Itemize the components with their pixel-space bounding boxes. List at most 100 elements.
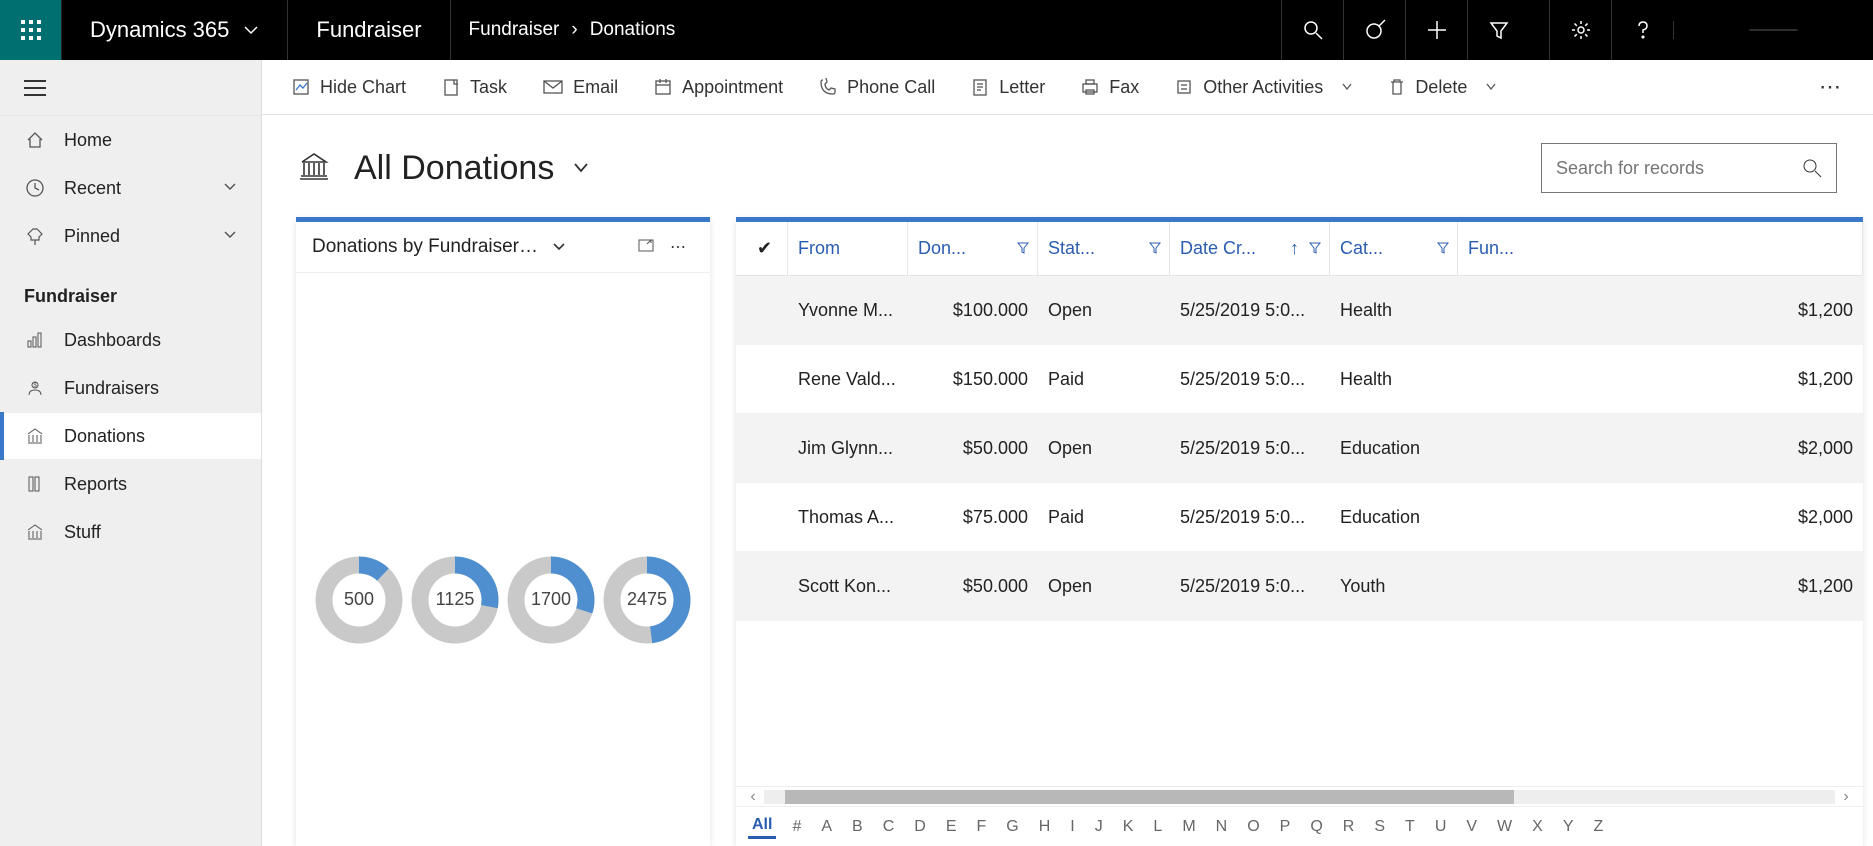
entity-icon	[298, 150, 330, 187]
cmd-phone[interactable]: Phone Call	[807, 71, 947, 104]
user-menu[interactable]: ———	[1673, 21, 1873, 39]
nav-home[interactable]: Home	[0, 116, 261, 164]
alpha-all[interactable]: All	[748, 814, 776, 839]
table-row[interactable]: Jim Glynn...$50.000Open5/25/2019 5:0...E…	[736, 414, 1863, 483]
cmd-delete[interactable]: Delete	[1377, 71, 1509, 104]
alpha-t[interactable]: T	[1401, 816, 1419, 838]
nav-item-fundraisers[interactable]: $Fundraisers	[0, 364, 261, 412]
alpha-k[interactable]: K	[1119, 816, 1138, 838]
scroll-left-arrow[interactable]: ‹	[742, 788, 764, 806]
alpha-e[interactable]: E	[942, 816, 961, 838]
alpha-r[interactable]: R	[1339, 816, 1359, 838]
nav-item-donations[interactable]: Donations	[0, 412, 261, 460]
alpha-d[interactable]: D	[910, 816, 930, 838]
alpha-o[interactable]: O	[1243, 816, 1263, 838]
col-from[interactable]: From	[788, 222, 908, 275]
alpha-m[interactable]: M	[1178, 816, 1199, 838]
grid-horizontal-scrollbar[interactable]: ‹ ›	[736, 786, 1863, 806]
col-from-label: From	[798, 238, 840, 259]
search-button[interactable]	[1281, 0, 1343, 60]
scroll-right-arrow[interactable]: ›	[1835, 788, 1857, 806]
chevron-down-icon[interactable]	[552, 240, 566, 254]
col-category[interactable]: Cat...	[1330, 222, 1458, 275]
cmd-letter[interactable]: Letter	[959, 71, 1057, 104]
nav-pinned[interactable]: Pinned	[0, 212, 261, 260]
table-row[interactable]: Yvonne M...$100.000Open5/25/2019 5:0...H…	[736, 276, 1863, 345]
breadcrumb-entity[interactable]: Donations	[590, 19, 676, 41]
nav-recent[interactable]: Recent	[0, 164, 261, 212]
app-title[interactable]: Fundraiser	[288, 0, 450, 60]
chart-more-button[interactable]: ⋯	[662, 237, 694, 257]
table-row[interactable]: Thomas A...$75.000Paid5/25/2019 5:0...Ed…	[736, 483, 1863, 552]
filter-icon[interactable]	[1309, 238, 1321, 259]
table-row[interactable]: Rene Vald...$150.000Paid5/25/2019 5:0...…	[736, 345, 1863, 414]
nav-area-header: Fundraiser	[0, 260, 261, 316]
donut-gauge[interactable]: 1125	[408, 553, 502, 647]
cmd-hide-chart[interactable]: Hide Chart	[280, 71, 418, 104]
donut-gauge[interactable]: 2475	[600, 553, 694, 647]
alpha-a[interactable]: A	[817, 816, 836, 838]
alpha-q[interactable]: Q	[1306, 816, 1326, 838]
alpha-h[interactable]: H	[1035, 816, 1055, 838]
alpha-c[interactable]: C	[879, 816, 899, 838]
filter-icon[interactable]	[1017, 238, 1029, 259]
suite-label: Dynamics 365	[90, 17, 229, 43]
filter-icon[interactable]	[1149, 238, 1161, 259]
cmd-appointment[interactable]: Appointment	[642, 71, 795, 104]
nav-item-dashboards[interactable]: Dashboards	[0, 316, 261, 364]
alpha-b[interactable]: B	[848, 816, 867, 838]
scroll-thumb[interactable]	[785, 790, 1513, 804]
alpha-x[interactable]: X	[1528, 816, 1547, 838]
alpha-j[interactable]: J	[1091, 816, 1107, 838]
command-bar: Hide Chart Task Email Appointment Phone …	[262, 60, 1873, 115]
suite-picker[interactable]: Dynamics 365	[62, 0, 288, 60]
donut-gauge[interactable]: 1700	[504, 553, 598, 647]
nav-item-reports[interactable]: Reports	[0, 460, 261, 508]
donut-gauge[interactable]: 500	[312, 553, 406, 647]
app-launcher-button[interactable]	[0, 0, 62, 60]
col-donation[interactable]: Don...	[908, 222, 1038, 275]
grid-search[interactable]	[1541, 143, 1837, 193]
col-fundraiser[interactable]: Fun...	[1458, 222, 1863, 275]
alpha-p[interactable]: P	[1276, 816, 1295, 838]
col-status[interactable]: Stat...	[1038, 222, 1170, 275]
alpha-g[interactable]: G	[1002, 816, 1022, 838]
alpha-w[interactable]: W	[1493, 816, 1516, 838]
alpha-v[interactable]: V	[1462, 816, 1481, 838]
cmd-task[interactable]: Task	[430, 71, 519, 104]
task-flow-button[interactable]	[1343, 0, 1405, 60]
select-all-checkbox[interactable]: ✔	[742, 222, 788, 275]
grid-search-input[interactable]	[1556, 158, 1802, 179]
alpha-i[interactable]: I	[1066, 816, 1078, 838]
cell-date: 5/25/2019 5:0...	[1170, 300, 1330, 321]
view-picker[interactable]: All Donations	[354, 149, 590, 188]
alpha-y[interactable]: Y	[1559, 816, 1578, 838]
alpha-#[interactable]: #	[788, 816, 805, 838]
advanced-filter-button[interactable]	[1467, 0, 1529, 60]
alpha-u[interactable]: U	[1431, 816, 1451, 838]
cmd-email[interactable]: Email	[531, 71, 630, 104]
breadcrumb-area[interactable]: Fundraiser	[469, 19, 560, 41]
scroll-track[interactable]	[764, 790, 1835, 804]
gear-icon	[1571, 20, 1591, 40]
table-row[interactable]: Scott Kon...$50.000Open5/25/2019 5:0...Y…	[736, 552, 1863, 621]
help-button[interactable]	[1611, 0, 1673, 60]
nav-collapse-button[interactable]	[0, 60, 261, 116]
alpha-l[interactable]: L	[1149, 816, 1166, 838]
nav-item-label: Dashboards	[64, 330, 161, 351]
clock-icon	[24, 178, 46, 198]
quick-create-button[interactable]	[1405, 0, 1467, 60]
alpha-z[interactable]: Z	[1590, 816, 1608, 838]
cmd-fax[interactable]: Fax	[1069, 71, 1151, 104]
alpha-n[interactable]: N	[1212, 816, 1232, 838]
cmd-other-activities[interactable]: Other Activities	[1163, 71, 1365, 104]
filter-icon[interactable]	[1437, 238, 1449, 259]
chart-expand-button[interactable]	[630, 237, 662, 258]
chevron-down-icon	[223, 226, 237, 247]
col-date[interactable]: Date Cr...↑	[1170, 222, 1330, 275]
cmd-overflow-button[interactable]: ⋯	[1807, 74, 1855, 100]
nav-item-stuff[interactable]: Stuff	[0, 508, 261, 556]
settings-button[interactable]	[1549, 0, 1611, 60]
alpha-f[interactable]: F	[973, 816, 991, 838]
alpha-s[interactable]: S	[1370, 816, 1389, 838]
